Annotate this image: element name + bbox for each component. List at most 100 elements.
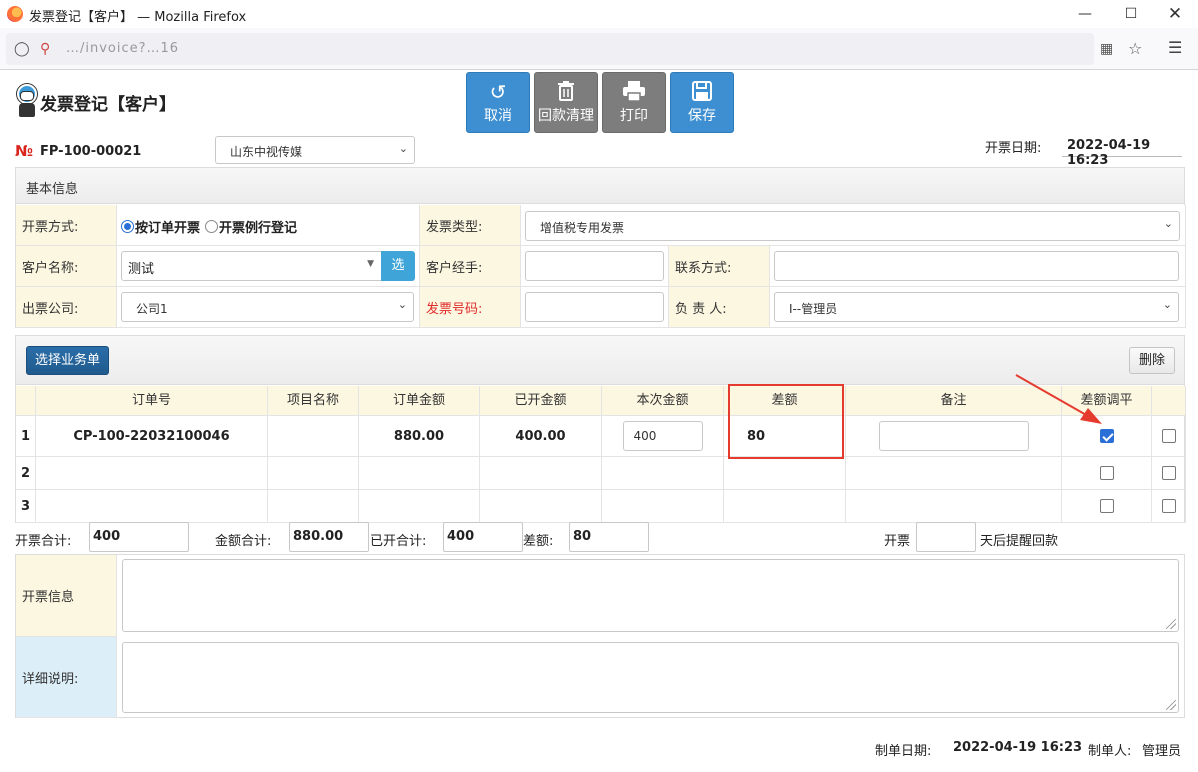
type-label: 发票类型:	[420, 205, 521, 246]
notes-panel: 开票信息 详细说明:	[15, 554, 1185, 718]
invoice-type-select[interactable]: 增值税专用发票 ⌄	[525, 211, 1180, 241]
note-cell	[846, 457, 1062, 490]
row-index: 3	[16, 490, 36, 523]
invoiced-cell: 400.00	[480, 416, 602, 457]
chevron-down-icon: ⌄	[1162, 298, 1172, 311]
number-symbol: №	[15, 142, 34, 160]
basic-info-panel: 基本信息 开票方式: 按订单开票 开票例行登记 发票类型: 增值税专用发票 ⌄ …	[15, 167, 1186, 328]
window-titlebar: 发票登记【客户】 — Mozilla Firefox — ☐ ✕	[0, 0, 1198, 28]
mascot-logo-icon	[14, 82, 40, 118]
diff-cell	[724, 490, 846, 523]
order-amount-cell	[359, 490, 480, 523]
invoice-date-label: 开票日期:	[985, 141, 1042, 156]
row-index: 1	[16, 416, 36, 457]
handler-input[interactable]	[525, 251, 664, 281]
order-amount-cell: 880.00	[359, 416, 480, 457]
browser-toolbar: ◯ ⚲ …/invoice?…16 ▦ ☆ ☰	[0, 28, 1198, 70]
amount-total-label: 金额合计:	[215, 534, 272, 549]
invoice-number-label: 发票号码:	[420, 287, 521, 328]
menu-icon[interactable]: ☰	[1168, 38, 1182, 57]
chevron-down-icon: ⌄	[1163, 217, 1173, 230]
window-title: 发票登记【客户】 — Mozilla Firefox	[29, 10, 247, 25]
invoiced-cell	[480, 490, 602, 523]
row-select-checkbox[interactable]	[1161, 499, 1176, 513]
section-title: 基本信息	[26, 182, 79, 197]
issuer-label: 出票公司:	[16, 287, 117, 328]
clear-payment-button[interactable]: 回款清理	[534, 72, 598, 133]
remind-suffix: 天后提醒回款	[980, 534, 1059, 549]
save-button[interactable]: 保存	[670, 72, 734, 133]
invoice-info-label: 开票信息	[16, 555, 117, 637]
order-no-cell: CP-100-22032100046	[36, 416, 268, 457]
radio-unchecked-icon	[205, 220, 218, 233]
row-index: 2	[16, 457, 36, 490]
url-bar[interactable]: ◯ ⚲ …/invoice?…16 ▦ ☆	[6, 33, 1142, 65]
col-order-no: 订单号	[36, 386, 268, 416]
page-title: 发票登记【客户】	[40, 95, 176, 115]
row-select-checkbox[interactable]	[1161, 466, 1176, 480]
invoice-info-textarea[interactable]	[122, 559, 1179, 632]
chevron-down-icon: ⌄	[398, 142, 408, 155]
resize-grip-icon[interactable]	[1166, 619, 1176, 629]
col-invoiced: 已开金额	[480, 386, 602, 416]
owner-select[interactable]: I--管理员 ⌄	[774, 292, 1179, 322]
invoice-page: 发票登记【客户】 ↺ 取消 回款清理 打印 保存 № FP-100-00021 …	[0, 70, 1198, 772]
maximize-icon[interactable]: ☐	[1108, 0, 1154, 28]
maker-value: 管理员	[1142, 744, 1182, 759]
this-amount-cell	[602, 490, 724, 523]
close-icon[interactable]: ✕	[1152, 0, 1198, 28]
order-amount-cell	[359, 457, 480, 490]
adjust-checkbox[interactable]	[1099, 429, 1114, 443]
project-cell	[268, 416, 359, 457]
minimize-icon[interactable]: —	[1062, 0, 1108, 28]
row-select-checkbox[interactable]	[1161, 429, 1176, 443]
select-orders-button[interactable]: 选择业务单	[26, 346, 109, 375]
note-cell	[846, 490, 1062, 523]
col-project: 项目名称	[268, 386, 359, 416]
select-customer-button[interactable]: 选	[381, 251, 415, 281]
made-date-value: 2022-04-19 16:23	[953, 740, 1083, 755]
diff-cell	[724, 457, 846, 490]
invoice-total-label: 开票合计:	[15, 534, 72, 549]
order-no-cell	[36, 490, 268, 523]
this-amount-cell	[602, 457, 724, 490]
maker-label: 制单人:	[1088, 744, 1132, 759]
caret-down-icon: ▼	[367, 259, 374, 269]
delete-button[interactable]: 删除	[1129, 347, 1175, 374]
this-amount-input[interactable]: 400	[622, 421, 703, 451]
customer-name-combo[interactable]: 测试 ▼	[121, 251, 383, 281]
qr-code-icon[interactable]: ▦	[1100, 41, 1113, 57]
company-select[interactable]: 山东中视传媒 ⌄	[215, 136, 415, 164]
contact-input[interactable]	[774, 251, 1179, 281]
col-diff: 差额	[724, 386, 846, 416]
cancel-button[interactable]: ↺ 取消	[466, 72, 530, 133]
shield-icon[interactable]: ◯	[14, 41, 30, 57]
floppy-disk-icon	[671, 81, 733, 103]
remind-days-input[interactable]	[916, 522, 976, 552]
radio-checked-icon	[121, 220, 134, 233]
firefox-logo-icon	[7, 6, 23, 22]
col-this-amount: 本次金额	[602, 386, 724, 416]
url-text[interactable]: …/invoice?…16	[66, 41, 179, 56]
chevron-down-icon: ⌄	[397, 298, 407, 311]
adjust-checkbox[interactable]	[1099, 466, 1114, 480]
print-button[interactable]: 打印	[602, 72, 666, 133]
invoiced-total-input[interactable]: 400	[443, 522, 523, 552]
invoice-total-input[interactable]: 400	[89, 522, 189, 552]
radio-routine[interactable]: 开票例行登记	[205, 217, 297, 236]
invoice-number-input[interactable]	[525, 292, 664, 322]
bookmark-star-icon[interactable]: ☆	[1128, 39, 1142, 58]
amount-total-input[interactable]: 880.00	[289, 522, 369, 552]
diff-total-label: 差额:	[523, 534, 554, 549]
method-label: 开票方式:	[16, 205, 117, 246]
note-input[interactable]	[878, 421, 1029, 451]
invoice-date-value[interactable]: 2022-04-19 16:23	[1062, 135, 1182, 168]
adjust-checkbox[interactable]	[1099, 499, 1114, 513]
radio-by-order[interactable]: 按订单开票	[121, 217, 200, 236]
issuer-company-select[interactable]: 公司1 ⌄	[121, 292, 414, 322]
detail-textarea[interactable]	[122, 642, 1179, 713]
col-order-amount: 订单金额	[359, 386, 480, 416]
insecure-lock-icon[interactable]: ⚲	[40, 41, 50, 57]
diff-total-input[interactable]: 80	[569, 522, 649, 552]
resize-grip-icon[interactable]	[1166, 700, 1176, 710]
